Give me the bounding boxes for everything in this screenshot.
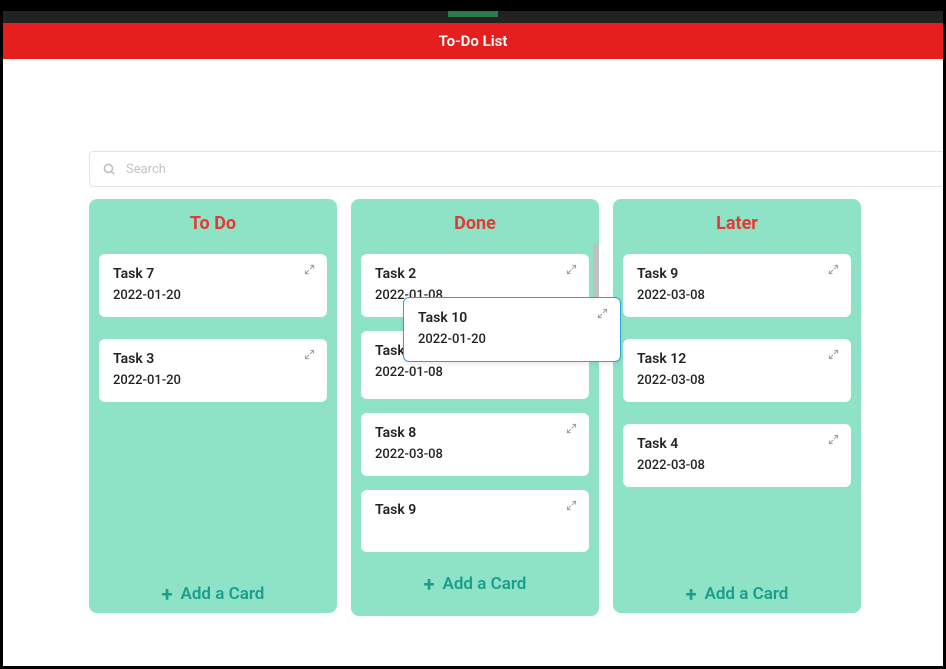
card-title: Task 4 xyxy=(637,436,837,452)
add-card-label: Add a Card xyxy=(443,574,527,594)
card-date: 2022-01-20 xyxy=(113,373,313,388)
camera-notch xyxy=(448,11,498,17)
card-title: Task 2 xyxy=(375,266,575,282)
column-title: To Do xyxy=(99,213,327,234)
card-date: 2022-03-08 xyxy=(637,458,837,473)
card-title: Task 9 xyxy=(375,502,575,518)
card-title: Task 7 xyxy=(113,266,313,282)
scrollbar[interactable] xyxy=(593,243,599,303)
task-card[interactable]: Task 7 2022-01-20 xyxy=(99,254,327,317)
expand-icon[interactable] xyxy=(304,264,315,275)
task-card[interactable]: Task 3 2022-01-20 xyxy=(99,339,327,402)
card-date: 2022-01-20 xyxy=(113,288,313,303)
expand-icon[interactable] xyxy=(828,264,839,275)
expand-icon[interactable] xyxy=(828,349,839,360)
card-date: 2022-01-08 xyxy=(375,365,575,380)
add-card-button[interactable]: + Add a Card xyxy=(623,576,851,612)
expand-icon[interactable] xyxy=(566,500,577,511)
column-later: Later Task 9 2022-03-08 Task 12 xyxy=(613,199,861,613)
plus-icon: + xyxy=(686,582,697,606)
search-container[interactable] xyxy=(89,151,946,187)
expand-icon[interactable] xyxy=(304,349,315,360)
card-title: Task 10 xyxy=(418,310,606,326)
search-icon xyxy=(102,162,116,176)
plus-icon: + xyxy=(424,572,435,596)
expand-icon[interactable] xyxy=(597,308,608,319)
dragging-card[interactable]: Task 10 2022-01-20 xyxy=(403,297,621,362)
expand-icon[interactable] xyxy=(566,423,577,434)
task-card[interactable]: Task 4 2022-03-08 xyxy=(623,424,851,487)
kanban-board: To Do Task 7 2022-01-20 Task 3 xyxy=(89,199,943,616)
card-list: Task 7 2022-01-20 Task 3 2022-01-20 xyxy=(99,254,327,564)
card-title: Task 9 xyxy=(637,266,837,282)
task-card[interactable]: Task 8 2022-03-08 xyxy=(361,413,589,476)
expand-icon[interactable] xyxy=(566,264,577,275)
column-title: Done xyxy=(361,213,589,234)
add-card-button[interactable]: + Add a Card xyxy=(361,566,589,602)
task-card[interactable]: Task 9 xyxy=(361,490,589,552)
card-title: Task 12 xyxy=(637,351,837,367)
search-input[interactable] xyxy=(126,162,934,177)
card-list: Task 9 2022-03-08 Task 12 2022-03-08 xyxy=(623,254,851,564)
add-card-label: Add a Card xyxy=(705,584,789,604)
column-title: Later xyxy=(623,213,851,234)
plus-icon: + xyxy=(162,582,173,606)
card-title: Task 3 xyxy=(113,351,313,367)
card-date: 2022-01-20 xyxy=(418,332,606,347)
add-card-label: Add a Card xyxy=(181,584,265,604)
task-card[interactable]: Task 9 2022-03-08 xyxy=(623,254,851,317)
card-title: Task 8 xyxy=(375,425,575,441)
column-done: Done Task 2 2022-01-08 Task 6 xyxy=(351,199,599,616)
app-title: To-Do List xyxy=(439,32,508,50)
task-card[interactable]: Task 12 2022-03-08 xyxy=(623,339,851,402)
column-todo: To Do Task 7 2022-01-20 Task 3 xyxy=(89,199,337,613)
add-card-button[interactable]: + Add a Card xyxy=(99,576,327,612)
card-date: 2022-03-08 xyxy=(637,288,837,303)
expand-icon[interactable] xyxy=(828,434,839,445)
card-date: 2022-03-08 xyxy=(637,373,837,388)
app-header: To-Do List xyxy=(3,23,943,59)
card-date: 2022-03-08 xyxy=(375,447,575,462)
